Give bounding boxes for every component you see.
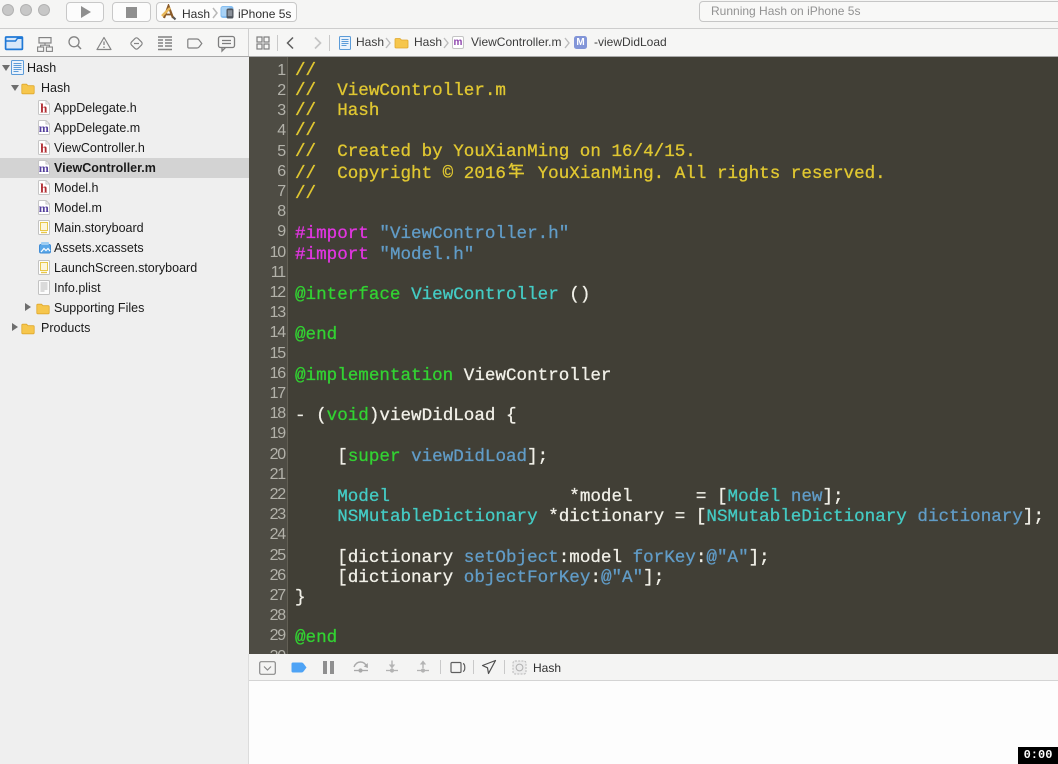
svg-text:h: h: [40, 181, 48, 196]
svg-text:h: h: [40, 101, 48, 116]
svg-text:m: m: [39, 121, 49, 135]
svg-text:h: h: [40, 141, 48, 156]
svg-text:m: m: [39, 201, 49, 215]
svg-text:m: m: [39, 161, 49, 175]
